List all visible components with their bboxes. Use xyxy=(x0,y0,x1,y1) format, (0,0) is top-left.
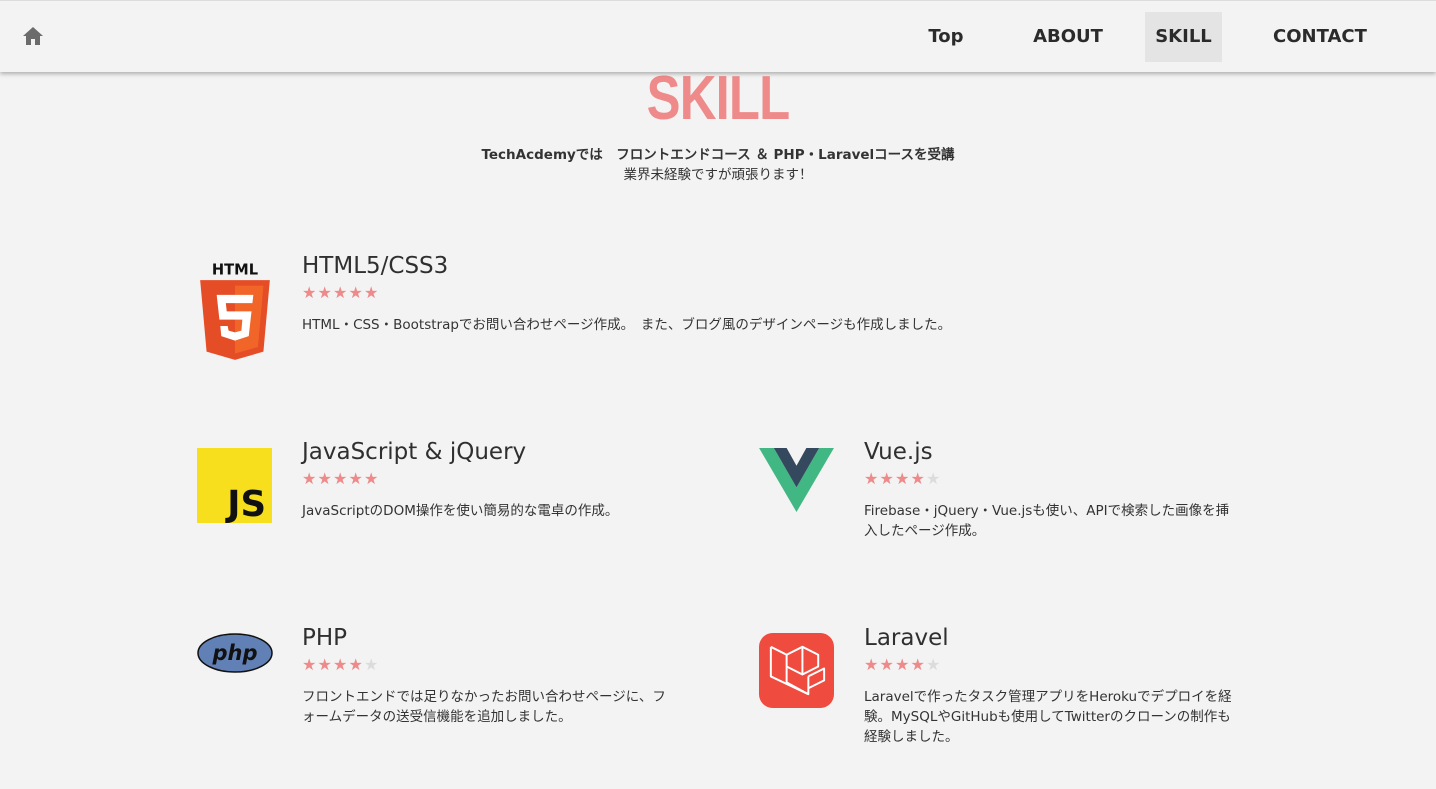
star-filled-icon: ★ xyxy=(879,655,894,674)
star-empty-icon: ★ xyxy=(364,655,379,674)
star-filled-icon: ★ xyxy=(333,469,348,488)
star-filled-icon: ★ xyxy=(302,283,317,302)
star-filled-icon: ★ xyxy=(333,283,348,302)
skill-description: JavaScriptのDOM操作を使い簡易的な電卓の作成。 xyxy=(302,503,619,519)
html5-logo: HTML xyxy=(200,262,270,360)
skill-name: HTML5/CSS3 xyxy=(302,253,449,279)
skill-card-html: HTML HTML5/CSS3 ★★★★★ HTML・CSS・Bootstrap… xyxy=(197,251,1097,381)
javascript-logo-text: JS xyxy=(225,484,266,523)
php-logo-text: php xyxy=(211,641,257,665)
skill-card-javascript: JS JavaScript & jQuery ★★★★★ JavaScriptの… xyxy=(197,437,677,567)
vuejs-logo xyxy=(759,448,834,513)
nav-about[interactable]: ABOUT xyxy=(1014,12,1122,62)
star-filled-icon: ★ xyxy=(348,283,363,302)
nav-skill[interactable]: SKILL xyxy=(1145,12,1222,62)
nav-top[interactable]: Top xyxy=(910,12,982,62)
star-filled-icon: ★ xyxy=(364,469,379,488)
skill-card-php: php PHP ★★★★★ フロントエンドでは足りなかったお問い合わせページに、… xyxy=(197,623,677,753)
skill-description: Laravelで作ったタスク管理アプリをHerokuでデプロイを経験。MySQL… xyxy=(864,689,1232,745)
skill-name: JavaScript & jQuery xyxy=(302,439,527,465)
star-filled-icon: ★ xyxy=(348,655,363,674)
intro-text-line1: TechAcdemyでは フロントエンドコース ＆ PHP・Laravelコース… xyxy=(481,147,955,163)
laravel-logo xyxy=(759,633,834,708)
star-rating: ★★★★★ xyxy=(864,656,942,674)
star-filled-icon: ★ xyxy=(317,283,332,302)
star-filled-icon: ★ xyxy=(864,655,879,674)
star-empty-icon: ★ xyxy=(926,655,941,674)
intro-text-line2: 業界未経験ですが頑張ります！ xyxy=(623,167,813,183)
star-rating: ★★★★★ xyxy=(302,656,380,674)
star-filled-icon: ★ xyxy=(879,469,894,488)
javascript-logo: JS xyxy=(197,448,272,523)
star-filled-icon: ★ xyxy=(348,469,363,488)
skill-name: Vue.js xyxy=(864,439,933,465)
skill-card-laravel: Laravel ★★★★★ Laravelで作ったタスク管理アプリをHeroku… xyxy=(759,623,1239,763)
star-filled-icon: ★ xyxy=(895,469,910,488)
skill-description: HTML・CSS・Bootstrapでお問い合わせページ作成。 また、ブログ風の… xyxy=(302,317,952,333)
html5-logo-text: HTML xyxy=(212,262,258,279)
skill-name: Laravel xyxy=(864,625,949,651)
star-empty-icon: ★ xyxy=(926,469,941,488)
star-filled-icon: ★ xyxy=(364,283,379,302)
skill-card-vuejs: Vue.js ★★★★★ Firebase・jQuery・Vue.jsも使い、A… xyxy=(759,437,1239,567)
star-rating: ★★★★★ xyxy=(864,470,942,488)
skill-name: PHP xyxy=(302,625,348,651)
skill-description: フロントエンドでは足りなかったお問い合わせページに、フォームデータの送受信機能を… xyxy=(302,689,666,725)
section-title: SKILL xyxy=(646,64,791,133)
star-filled-icon: ★ xyxy=(333,655,348,674)
star-filled-icon: ★ xyxy=(317,655,332,674)
star-filled-icon: ★ xyxy=(302,469,317,488)
star-rating: ★★★★★ xyxy=(302,284,380,302)
site-header: Top ABOUT SKILL CONTACT xyxy=(0,0,1436,72)
star-filled-icon: ★ xyxy=(910,469,925,488)
php-logo: php xyxy=(197,633,273,673)
home-icon[interactable] xyxy=(22,25,44,47)
nav-contact[interactable]: CONTACT xyxy=(1258,12,1382,62)
star-filled-icon: ★ xyxy=(864,469,879,488)
star-rating: ★★★★★ xyxy=(302,470,380,488)
star-filled-icon: ★ xyxy=(895,655,910,674)
star-filled-icon: ★ xyxy=(910,655,925,674)
star-filled-icon: ★ xyxy=(302,655,317,674)
star-filled-icon: ★ xyxy=(317,469,332,488)
skill-description: Firebase・jQuery・Vue.jsも使い、APIで検索した画像を挿入し… xyxy=(864,503,1230,539)
